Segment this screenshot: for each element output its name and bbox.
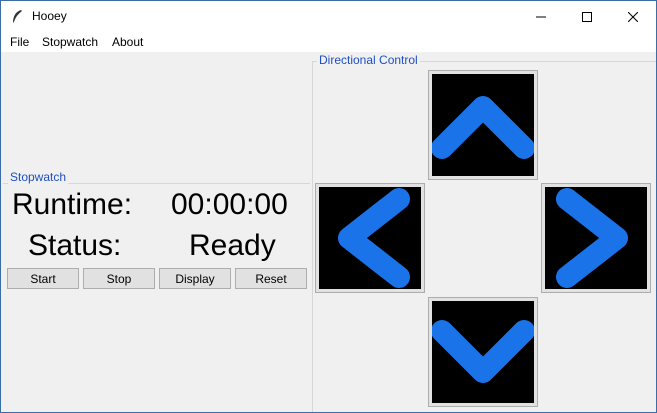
- runtime-value: 00:00:00: [171, 188, 288, 221]
- status-label: Status:: [28, 229, 122, 262]
- up-arrow-icon: [432, 74, 534, 176]
- down-button[interactable]: [428, 297, 538, 407]
- menu-stopwatch[interactable]: Stopwatch: [42, 35, 98, 49]
- menu-bar: File Stopwatch About: [1, 32, 656, 52]
- stopwatch-frame-label: Stopwatch: [8, 170, 69, 184]
- menu-about[interactable]: About: [112, 35, 143, 49]
- title-bar[interactable]: Hooey: [1, 1, 656, 32]
- up-button[interactable]: [428, 70, 538, 180]
- right-button[interactable]: [541, 183, 651, 293]
- menu-file[interactable]: File: [10, 35, 29, 49]
- app-window: Hooey File Stopwatch About Stopwatch Run…: [0, 0, 657, 413]
- start-button[interactable]: Start: [7, 268, 79, 289]
- window-title: Hooey: [32, 9, 67, 23]
- close-icon: [628, 11, 638, 22]
- minimize-button[interactable]: [518, 1, 564, 32]
- maximize-button[interactable]: [564, 1, 610, 32]
- directional-frame-label: Directional Control: [317, 53, 420, 67]
- down-arrow-icon: [432, 301, 534, 403]
- display-button[interactable]: Display: [159, 268, 231, 289]
- reset-button[interactable]: Reset: [235, 268, 307, 289]
- maximize-icon: [582, 11, 592, 22]
- feather-icon: [12, 10, 22, 25]
- stop-button[interactable]: Stop: [83, 268, 155, 289]
- minimize-icon: [536, 16, 546, 17]
- right-arrow-icon: [545, 187, 647, 289]
- close-button[interactable]: [610, 1, 656, 32]
- runtime-label: Runtime:: [12, 188, 133, 221]
- left-arrow-icon: [319, 187, 421, 289]
- status-value: Ready: [189, 229, 276, 262]
- left-button[interactable]: [315, 183, 425, 293]
